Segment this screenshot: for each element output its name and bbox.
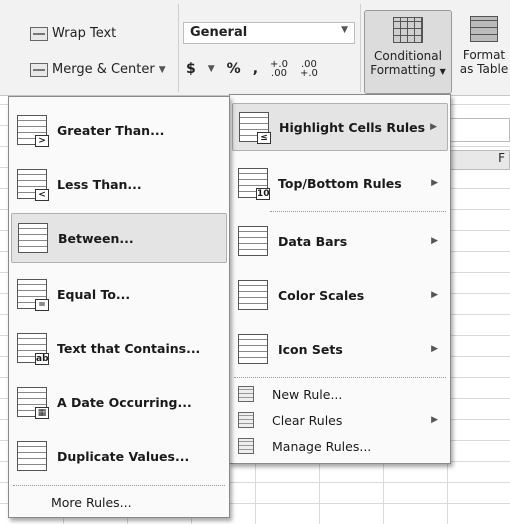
clear-rules-icon — [238, 412, 254, 428]
top-bottom-icon: 10 — [238, 168, 270, 200]
menu-item-text-contains[interactable]: ab Text that Contains... — [11, 323, 227, 373]
comma-button[interactable]: , — [253, 61, 258, 77]
ribbon: Wrap Text Merge & Center ▼ General ▼ $ ▼… — [0, 0, 510, 96]
new-rule-icon — [238, 386, 254, 402]
menu-item-highlight-cells-rules[interactable]: ≤ Highlight Cells Rules ▶ — [232, 103, 448, 151]
number-format-select[interactable]: General ▼ — [183, 22, 355, 44]
greater-than-icon: > — [17, 115, 49, 147]
decrease-decimal-button[interactable]: .00 +.0 — [300, 60, 318, 79]
column-header[interactable]: F — [448, 150, 510, 170]
increase-decimal-button[interactable]: +.0 .00 — [270, 60, 288, 79]
menu-item-between[interactable]: Between... — [11, 213, 227, 263]
menu-item-icon-sets[interactable]: Icon Sets ▶ — [232, 325, 448, 373]
menu-item-top-bottom-rules[interactable]: 10 Top/Bottom Rules ▶ — [232, 159, 448, 207]
chevron-right-icon: ▶ — [430, 122, 437, 132]
menu-item-data-bars[interactable]: Data Bars ▶ — [232, 217, 448, 265]
menu-divider — [234, 377, 446, 378]
merge-center-button[interactable]: Merge & Center ▼ — [30, 62, 166, 77]
menu-item-color-scales[interactable]: Color Scales ▶ — [232, 271, 448, 319]
color-scales-icon — [238, 280, 268, 310]
format-as-table-button[interactable]: Format as Table — [454, 10, 510, 94]
ribbon-divider — [360, 4, 361, 92]
chevron-down-icon[interactable]: ▼ — [159, 65, 166, 75]
conditional-formatting-menu: ≤ Highlight Cells Rules ▶ 10 Top/Bottom … — [229, 94, 451, 464]
chevron-down-icon[interactable]: ▼ — [208, 64, 215, 74]
wrap-text-icon — [30, 26, 48, 41]
less-than-icon: < — [17, 169, 49, 201]
equal-to-icon: = — [17, 279, 49, 311]
formula-bar[interactable] — [448, 118, 510, 142]
chevron-right-icon: ▶ — [431, 415, 438, 425]
chevron-down-icon: ▼ — [341, 25, 348, 35]
percent-button[interactable]: % — [227, 61, 241, 77]
menu-item-greater-than[interactable]: > Greater Than... — [11, 105, 227, 155]
highlight-cells-icon: ≤ — [239, 112, 271, 144]
wrap-text-button[interactable]: Wrap Text — [30, 26, 116, 41]
menu-item-duplicate-values[interactable]: Duplicate Values... — [11, 431, 227, 481]
chevron-right-icon: ▶ — [431, 290, 438, 300]
menu-item-manage-rules[interactable]: Manage Rules... — [232, 435, 448, 457]
data-bars-icon — [238, 226, 268, 256]
menu-item-new-rule[interactable]: New Rule... — [232, 383, 448, 405]
menu-item-more-rules[interactable]: More Rules... — [11, 491, 227, 513]
conditional-formatting-button[interactable]: Conditional Formatting ▼ — [364, 10, 452, 94]
menu-item-equal-to[interactable]: = Equal To... — [11, 269, 227, 319]
menu-item-clear-rules[interactable]: Clear Rules ▶ — [232, 409, 448, 431]
number-format-row: $ ▼ % , +.0 .00 .00 +.0 — [186, 60, 318, 79]
between-icon — [18, 223, 48, 253]
chevron-right-icon: ▶ — [431, 344, 438, 354]
chevron-down-icon: ▼ — [439, 67, 446, 76]
menu-divider — [270, 211, 446, 212]
menu-item-less-than[interactable]: < Less Than... — [11, 159, 227, 209]
duplicate-values-icon — [17, 441, 47, 471]
format-as-table-icon — [470, 16, 498, 42]
highlight-cells-rules-submenu: > Greater Than... < Less Than... Between… — [8, 96, 230, 518]
menu-divider — [13, 485, 225, 486]
merge-center-icon — [30, 62, 48, 77]
manage-rules-icon — [238, 438, 254, 454]
ribbon-divider — [178, 4, 179, 92]
icon-sets-icon — [238, 334, 268, 364]
currency-button[interactable]: $ — [186, 61, 196, 77]
text-contains-icon: ab — [17, 333, 49, 365]
conditional-formatting-icon — [393, 17, 423, 43]
menu-item-date-occurring[interactable]: ▦ A Date Occurring... — [11, 377, 227, 427]
chevron-right-icon: ▶ — [431, 178, 438, 188]
chevron-right-icon: ▶ — [431, 236, 438, 246]
calendar-icon: ▦ — [17, 387, 49, 419]
